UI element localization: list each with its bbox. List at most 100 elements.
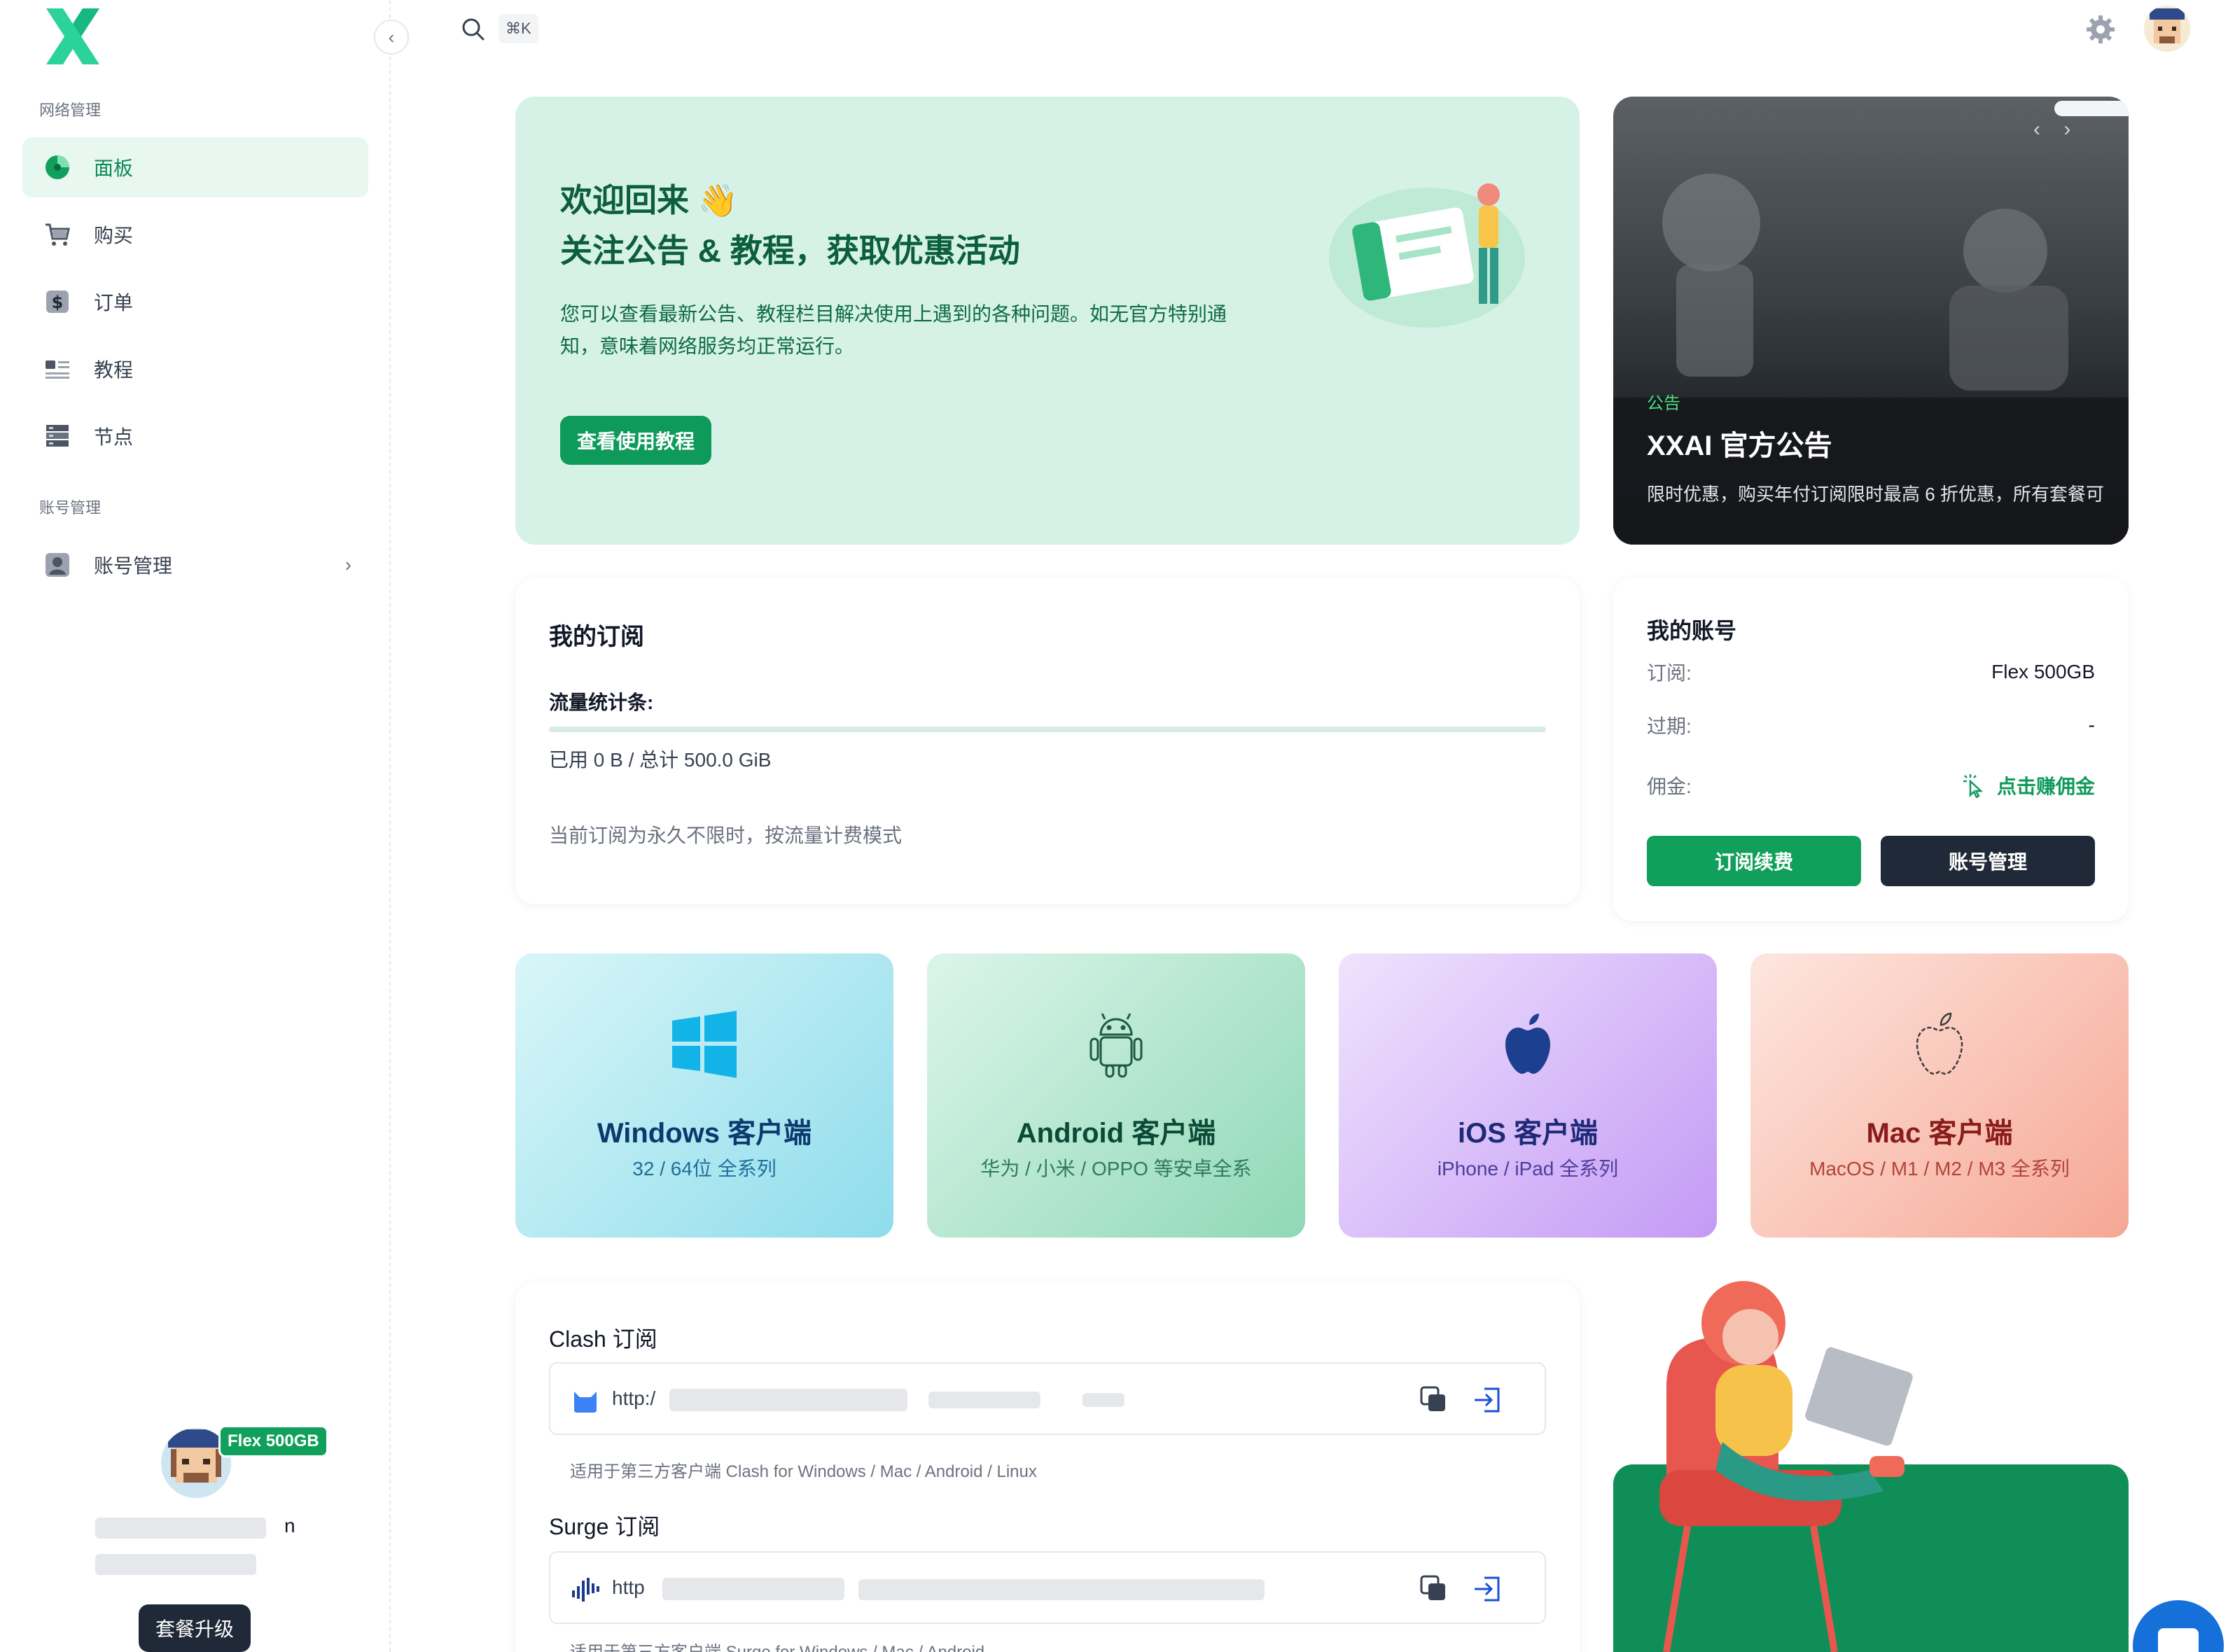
redacted-url [858,1579,1265,1600]
windows-icon [515,1009,893,1086]
import-icon[interactable] [1470,1383,1504,1417]
account-commission-row: 佣金: 点击赚佣金 [1647,771,2095,799]
client-subtitle: 华为 / 小米 / OPPO 等安卓全系 [980,1158,1252,1180]
client-subtitle: MacOS / M1 / M2 / M3 全系列 [1809,1158,2070,1180]
account-title: 我的账号 [1647,618,1737,643]
search-shortcut[interactable]: ⌘K [499,14,538,43]
expiry-value: - [2088,714,2095,736]
chevron-left-icon[interactable]: ‹ [2033,118,2040,141]
sidebar-item-nodes[interactable]: 节点 [22,406,368,466]
dashboard-icon [42,152,73,183]
chevron-right-icon: › [344,554,351,575]
android-icon [927,1009,1305,1086]
plan-badge: Flex 500GB [218,1425,328,1457]
surge-url-field[interactable]: http [549,1551,1546,1624]
mac-client-card[interactable]: Mac 客户端 MacOS / M1 / M2 / M3 全系列 [1750,953,2129,1238]
clash-title: Clash 订阅 [549,1326,657,1352]
sidebar-item-label: 订单 [94,292,134,314]
earn-commission-link[interactable]: 点击赚佣金 [1961,771,2095,799]
announcement-title: XXAI 官方公告 [1647,430,1832,461]
chat-support-button[interactable] [2133,1600,2224,1652]
view-tutorial-button[interactable]: 查看使用教程 [560,416,712,465]
svg-text:$: $ [52,293,64,312]
apple-outline-icon [1750,1009,2129,1086]
clash-url-text: http:/ [612,1387,656,1409]
client-title: Windows 客户端 [597,1118,812,1149]
redacted-url [662,1578,844,1600]
earn-commission-label: 点击赚佣金 [1996,776,2095,797]
surge-url-text: http [612,1576,645,1598]
upgrade-plan-button[interactable]: 套餐升级 [139,1604,251,1652]
sidebar-item-account[interactable]: 账号管理 › [22,535,368,595]
commission-label: 佣金: [1647,776,1692,797]
import-icon[interactable] [1470,1572,1504,1606]
renew-subscription-button[interactable]: 订阅续费 [1647,836,1861,886]
user-card: Flex 500GB n 套餐升级 [84,1421,336,1652]
chevron-right-icon[interactable]: › [2063,118,2070,141]
reading-girl-illustration [1638,1260,1933,1652]
subscription-card: 我的订阅 流量统计条: 已用 0 B / 总计 500.0 GiB 当前订阅为永… [515,578,1580,904]
subscription-value: Flex 500GB [1991,661,2095,682]
user-avatar-top[interactable] [2144,6,2190,52]
tutorial-icon [42,354,73,384]
subscription-note: 当前订阅为永久不限时，按流量计费模式 [549,825,903,846]
welcome-card: 欢迎回来 👋 关注公告 & 教程，获取优惠活动 您可以查看最新公告、教程栏目解决… [515,97,1580,545]
gear-icon[interactable] [2084,13,2117,46]
user-name-tail: n [284,1515,295,1536]
sidebar-item-purchase[interactable]: 购买 [22,204,368,265]
sidebar-item-label: 节点 [94,426,134,448]
client-title: iOS 客户端 [1457,1118,1599,1149]
account-card: 我的账号 订阅: Flex 500GB 过期: - 佣金: 点击赚佣金 订阅续费… [1613,578,2129,921]
subscription-links-card: Clash 订阅 http:/ 适用于第三方客户端 Clash for Wind… [515,1282,1580,1652]
copy-icon[interactable] [1419,1385,1449,1415]
apple-icon [1339,1009,1717,1086]
user-email-redacted [95,1554,256,1575]
redacted-url [928,1392,1040,1408]
welcome-title: 欢迎回来 👋 [560,182,739,218]
sidebar: ‹ 网络管理 面板 购买 $ 订单 教程 节点 账号管理 账号管理 › Flex… [0,0,409,1652]
chat-icon [2158,1628,2199,1652]
traffic-label: 流量统计条: [549,692,654,713]
section-label-network: 网络管理 [39,102,102,119]
client-subtitle: 32 / 64位 全系列 [632,1158,777,1180]
traffic-progress-bar [549,727,1546,732]
dollar-icon: $ [42,286,73,317]
collapse-sidebar-button[interactable]: ‹ [374,20,409,55]
sidebar-item-label: 账号管理 [94,555,173,577]
sidebar-item-label: 面板 [94,158,134,179]
announcement-tag: 公告 [1647,394,1680,413]
account-expiry-row: 过期: - [1647,711,2095,739]
clash-hint: 适用于第三方客户端 Clash for Windows / Mac / Andr… [570,1462,1037,1481]
search-icon[interactable] [459,15,487,43]
sidebar-item-orders[interactable]: $ 订单 [22,272,368,332]
brand-logo[interactable] [42,6,104,67]
announcement-carousel[interactable]: ‹ › 公告 XXAI 官方公告 限时优惠，购买年付订阅限时最高 6 折优惠，所… [1613,97,2129,545]
subscription-label: 订阅: [1647,662,1692,684]
redacted-url [1082,1393,1125,1407]
redacted-url [669,1389,907,1411]
ios-client-card[interactable]: iOS 客户端 iPhone / iPad 全系列 [1339,953,1717,1238]
cart-icon [42,219,73,250]
copy-icon[interactable] [1419,1574,1449,1604]
android-client-card[interactable]: Android 客户端 华为 / 小米 / OPPO 等安卓全系 [927,953,1305,1238]
sidebar-item-tutorial[interactable]: 教程 [22,339,368,399]
surge-wave-icon [570,1574,601,1604]
section-label-account: 账号管理 [39,499,102,517]
surge-title: Surge 订阅 [549,1514,660,1539]
client-title: Mac 客户端 [1866,1118,2013,1149]
clash-cat-icon [570,1385,601,1415]
user-name-redacted [95,1518,266,1539]
chevron-left-icon: ‹ [388,26,395,48]
announcement-description: 限时优惠，购买年付订阅限时最高 6 折优惠，所有套餐可 [1647,484,2104,505]
expiry-label: 过期: [1647,715,1692,737]
account-subscription-row: 订阅: Flex 500GB [1647,658,2095,686]
windows-client-card[interactable]: Windows 客户端 32 / 64位 全系列 [515,953,893,1238]
sidebar-item-dashboard[interactable]: 面板 [22,137,368,197]
pointer-click-icon [1963,774,1984,798]
carousel-arrows[interactable]: ‹ › [2033,118,2070,141]
sidebar-item-label: 教程 [94,359,134,381]
clash-url-field[interactable]: http:/ [549,1362,1546,1435]
announcement-background-image [1613,174,2129,545]
welcome-description: 您可以查看最新公告、教程栏目解决使用上遇到的各种问题。如无官方特别通知，意味着网… [560,303,1227,357]
account-manage-button[interactable]: 账号管理 [1881,836,2095,886]
